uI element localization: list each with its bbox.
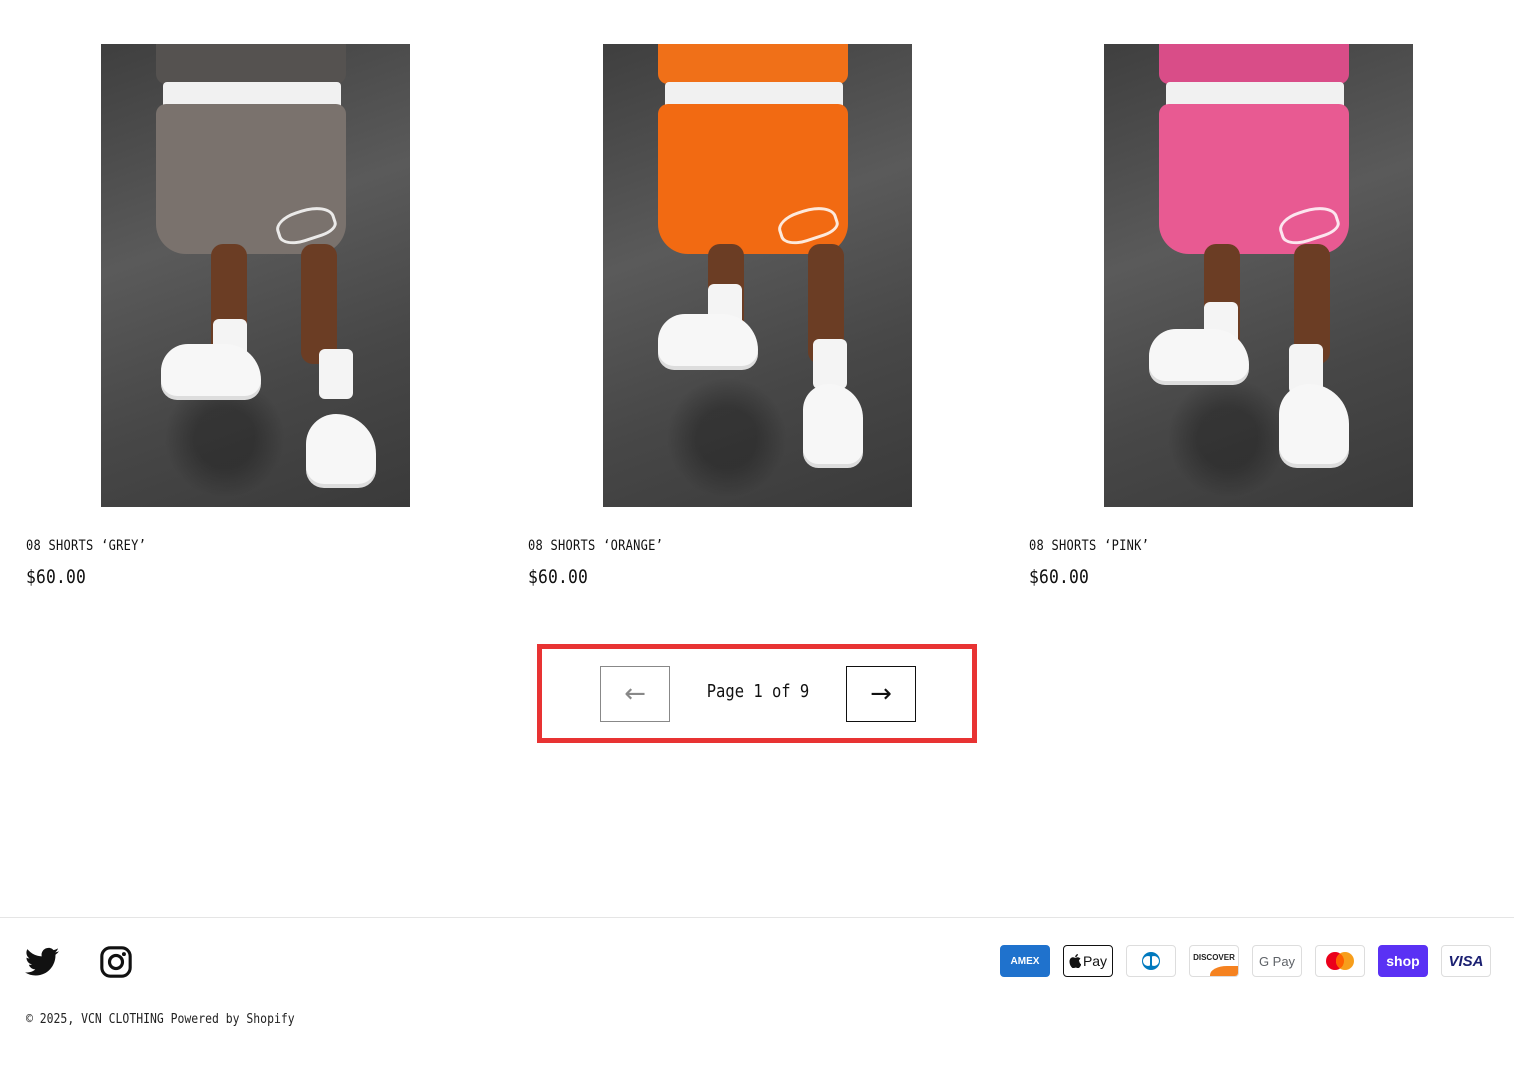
footer-divider <box>0 917 1514 918</box>
store-name-link[interactable]: VCN CLOTHING <box>81 1012 164 1027</box>
visa-icon: VISA <box>1441 945 1491 977</box>
instagram-link[interactable] <box>98 944 134 980</box>
product-price: $60.00 <box>528 566 589 588</box>
product-image[interactable] <box>603 44 912 507</box>
arrow-right-icon: → <box>870 679 892 709</box>
product-image[interactable] <box>101 44 410 507</box>
product-title[interactable]: 08 SHORTS ‘PINK’ <box>1029 538 1149 554</box>
product-title[interactable]: 08 SHORTS ‘ORANGE’ <box>528 538 663 554</box>
previous-page-button[interactable]: ← <box>600 666 670 722</box>
arrow-left-icon: ← <box>624 679 646 709</box>
google-pay-icon: G Pay <box>1252 945 1302 977</box>
next-page-button[interactable]: → <box>846 666 916 722</box>
instagram-icon <box>100 946 132 978</box>
shop-pay-icon: shop <box>1378 945 1428 977</box>
pagination-status: Page 1 of 9 <box>706 681 810 702</box>
product-image[interactable] <box>1104 44 1413 507</box>
twitter-link[interactable] <box>24 944 60 980</box>
discover-icon: DISCOVER <box>1189 945 1239 977</box>
twitter-icon <box>25 947 59 976</box>
product-price: $60.00 <box>26 566 87 588</box>
payment-icons: AMEX Pay DISCOVER G Pay shop VISA <box>1000 945 1491 977</box>
product-price: $60.00 <box>1029 566 1090 588</box>
product-title[interactable]: 08 SHORTS ‘GREY’ <box>26 538 146 554</box>
apple-pay-icon: Pay <box>1063 945 1113 977</box>
copyright-text: © 2025, VCN CLOTHING Powered by Shopify <box>26 1012 295 1027</box>
product-grid: 08 SHORTS ‘GREY’ $60.00 08 SHORTS ‘ORANG… <box>0 0 1514 600</box>
amex-icon: AMEX <box>1000 945 1050 977</box>
powered-by-shopify-link[interactable]: Powered by Shopify <box>171 1012 295 1027</box>
mastercard-icon <box>1315 945 1365 977</box>
diners-club-icon <box>1126 945 1176 977</box>
